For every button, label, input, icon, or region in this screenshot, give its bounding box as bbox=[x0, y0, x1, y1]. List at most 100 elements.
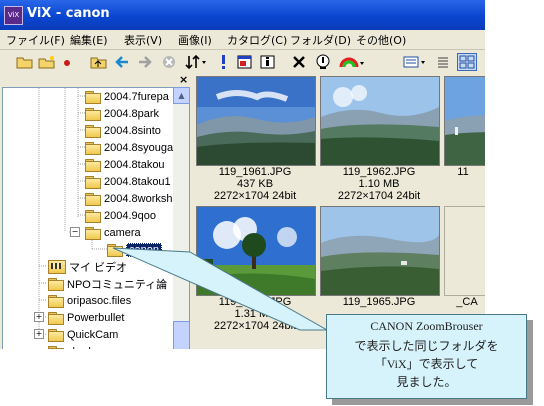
sort-icon[interactable] bbox=[185, 53, 207, 71]
delete-icon[interactable] bbox=[292, 53, 306, 71]
property-icon[interactable] bbox=[315, 53, 331, 71]
folder-open-icon bbox=[85, 226, 101, 240]
folder-icon bbox=[85, 175, 101, 189]
photo-mountain-landscape bbox=[196, 76, 316, 166]
tree-node-selected[interactable]: canon bbox=[107, 241, 162, 258]
menu-bar: ファイル(F) 編集(E) 表示(V) 画像(I) カタログ(C) フォルダ(D… bbox=[0, 30, 485, 50]
details-view-icon[interactable] bbox=[436, 53, 450, 71]
app-icon: ViX bbox=[4, 6, 23, 25]
annotation-callout: CANON ZoomBrouser で表示した同じフォルダを 「ViX」で表示し… bbox=[326, 314, 527, 399]
tree-node[interactable]: QuickCam bbox=[48, 326, 118, 343]
folder-tree[interactable]: 2004.7furepa 2004.8park 2004.8sinto 2004… bbox=[2, 87, 190, 349]
photo-valley-town bbox=[320, 76, 440, 166]
thumb-dimensions: 2272×1704 24bit bbox=[213, 190, 297, 202]
menu-folder[interactable]: フォルダ(D) bbox=[290, 32, 351, 48]
thumbnail-item[interactable]: 119_1962.JPG 1.10 MB 2272×1704 24bit bbox=[318, 74, 440, 204]
folder-icon bbox=[48, 277, 64, 291]
tree-node[interactable]: マイ ビデオ bbox=[48, 258, 127, 275]
collapse-toggle[interactable]: − bbox=[70, 227, 80, 237]
tree-node-label: マイ ビデオ bbox=[69, 261, 128, 274]
thumbnail-view-icon[interactable] bbox=[457, 53, 477, 71]
folder-icon bbox=[48, 345, 64, 349]
tree-node-label: oripasoc.files bbox=[67, 294, 132, 307]
tree-node-label: 2004.8park bbox=[104, 107, 160, 120]
tree-node-label: 2004.8syouga bbox=[104, 141, 174, 154]
callout-line: CANON ZoomBrouser bbox=[370, 319, 483, 333]
back-arrow-icon[interactable] bbox=[114, 53, 130, 71]
open-folder-icon[interactable] bbox=[16, 53, 34, 71]
folder-icon bbox=[85, 209, 101, 223]
folder-icon bbox=[85, 124, 101, 138]
menu-other[interactable]: その他(O) bbox=[356, 32, 406, 48]
thumbnail-pane: 119_1961.JPG 437 KB 2272×1704 24bit 119_… bbox=[194, 74, 485, 349]
tree-node-label: NPOコミュニティ論 bbox=[67, 278, 168, 291]
folder-icon bbox=[48, 328, 64, 342]
red-dot-icon[interactable] bbox=[60, 53, 74, 71]
thumb-dimensions: 2272×1704 24bit bbox=[213, 320, 297, 332]
thumbnail-item[interactable]: 119_1961.JPG 437 KB 2272×1704 24bit bbox=[194, 74, 316, 204]
expand-toggle[interactable]: + bbox=[34, 312, 44, 322]
title-bar[interactable]: ViX ViX - canon bbox=[0, 0, 485, 30]
menu-image[interactable]: 画像(I) bbox=[178, 32, 212, 48]
callout-line: 「ViX」で表示して bbox=[374, 357, 479, 371]
tree-node-label: camera bbox=[104, 226, 141, 239]
video-folder-icon bbox=[48, 259, 66, 274]
menu-edit[interactable]: 編集(E) bbox=[70, 32, 108, 48]
toolbar bbox=[0, 50, 485, 74]
color-wheel-icon[interactable] bbox=[339, 53, 365, 71]
tree-node-label: 2004.8takou1 bbox=[104, 175, 171, 188]
tree-node[interactable]: 2004.9qoo bbox=[85, 207, 156, 224]
folder-open-icon bbox=[107, 243, 123, 257]
thumb-dimensions: 2272×1704 24bit bbox=[337, 190, 421, 202]
photo-tree-park bbox=[196, 206, 316, 296]
exclamation-icon[interactable] bbox=[219, 53, 229, 71]
scroll-thumb[interactable] bbox=[173, 321, 190, 349]
tree-node[interactable]: 2004.8takou1 bbox=[85, 173, 171, 190]
thumbnail-item[interactable]: 119_1964.JPG 1.31 MB 2272×1704 24bit bbox=[194, 204, 316, 334]
tree-node-label: 2004.7furepa bbox=[104, 90, 169, 103]
tree-node[interactable]: 2004.8takou bbox=[85, 156, 165, 173]
menu-file[interactable]: ファイル(F) bbox=[6, 32, 65, 48]
tree-node[interactable]: Powerbullet bbox=[48, 309, 124, 326]
tree-node[interactable]: 2004.8park bbox=[85, 105, 159, 122]
list-view-icon[interactable] bbox=[403, 53, 427, 71]
thumbnail-item[interactable]: 11 bbox=[442, 74, 485, 204]
tree-node-label: Powerbullet bbox=[67, 311, 125, 324]
thumb-filesize: 437 KB bbox=[236, 178, 274, 190]
tree-node[interactable]: oripasoc.files bbox=[48, 292, 131, 309]
folder-icon bbox=[48, 294, 64, 308]
tree-node[interactable]: 2004.7furepa bbox=[85, 88, 169, 105]
tree-node[interactable]: camera bbox=[85, 224, 141, 241]
tree-node-label: 2004.8sinto bbox=[104, 124, 161, 137]
tree-node[interactable]: NPOコミュニティ論 bbox=[48, 275, 167, 292]
forward-arrow-icon[interactable] bbox=[137, 53, 153, 71]
up-folder-icon[interactable] bbox=[90, 53, 108, 71]
thumb-filesize: 1.10 MB bbox=[358, 178, 400, 190]
expand-toggle[interactable]: + bbox=[34, 329, 44, 339]
stop-icon[interactable] bbox=[161, 53, 177, 71]
info-icon[interactable] bbox=[260, 53, 276, 71]
window-title: ViX - canon bbox=[27, 6, 110, 21]
folder-icon bbox=[85, 158, 101, 172]
thumb-filename: 11 bbox=[457, 166, 469, 178]
tree-node[interactable]: 2004.8syouga bbox=[85, 139, 173, 156]
tree-scrollbar[interactable]: ▲ bbox=[173, 87, 190, 349]
tree-close-button[interactable]: × bbox=[179, 73, 188, 86]
tree-node-label: QuickCam bbox=[67, 328, 119, 341]
photo-valley-view bbox=[320, 206, 440, 296]
window-icon[interactable] bbox=[237, 53, 253, 71]
thumb-filename: 119_1964.JPG bbox=[218, 296, 292, 308]
tree-node[interactable]: shade bbox=[48, 343, 97, 349]
thumb-filesize: 1.31 MB bbox=[234, 308, 276, 320]
tree-node-label: 2004.8takou bbox=[104, 158, 165, 171]
photo-placeholder bbox=[444, 206, 485, 296]
tree-node-label: shade bbox=[67, 346, 97, 350]
thumb-filename: _CA bbox=[456, 296, 478, 308]
scroll-up-button[interactable]: ▲ bbox=[173, 87, 190, 104]
tree-node[interactable]: 2004.8worksh bbox=[85, 190, 173, 207]
tree-node[interactable]: 2004.8sinto bbox=[85, 122, 161, 139]
menu-catalog[interactable]: カタログ(C) bbox=[227, 32, 287, 48]
tree-header bbox=[0, 74, 192, 86]
new-folder-icon[interactable] bbox=[38, 53, 56, 71]
menu-view[interactable]: 表示(V) bbox=[124, 32, 162, 48]
